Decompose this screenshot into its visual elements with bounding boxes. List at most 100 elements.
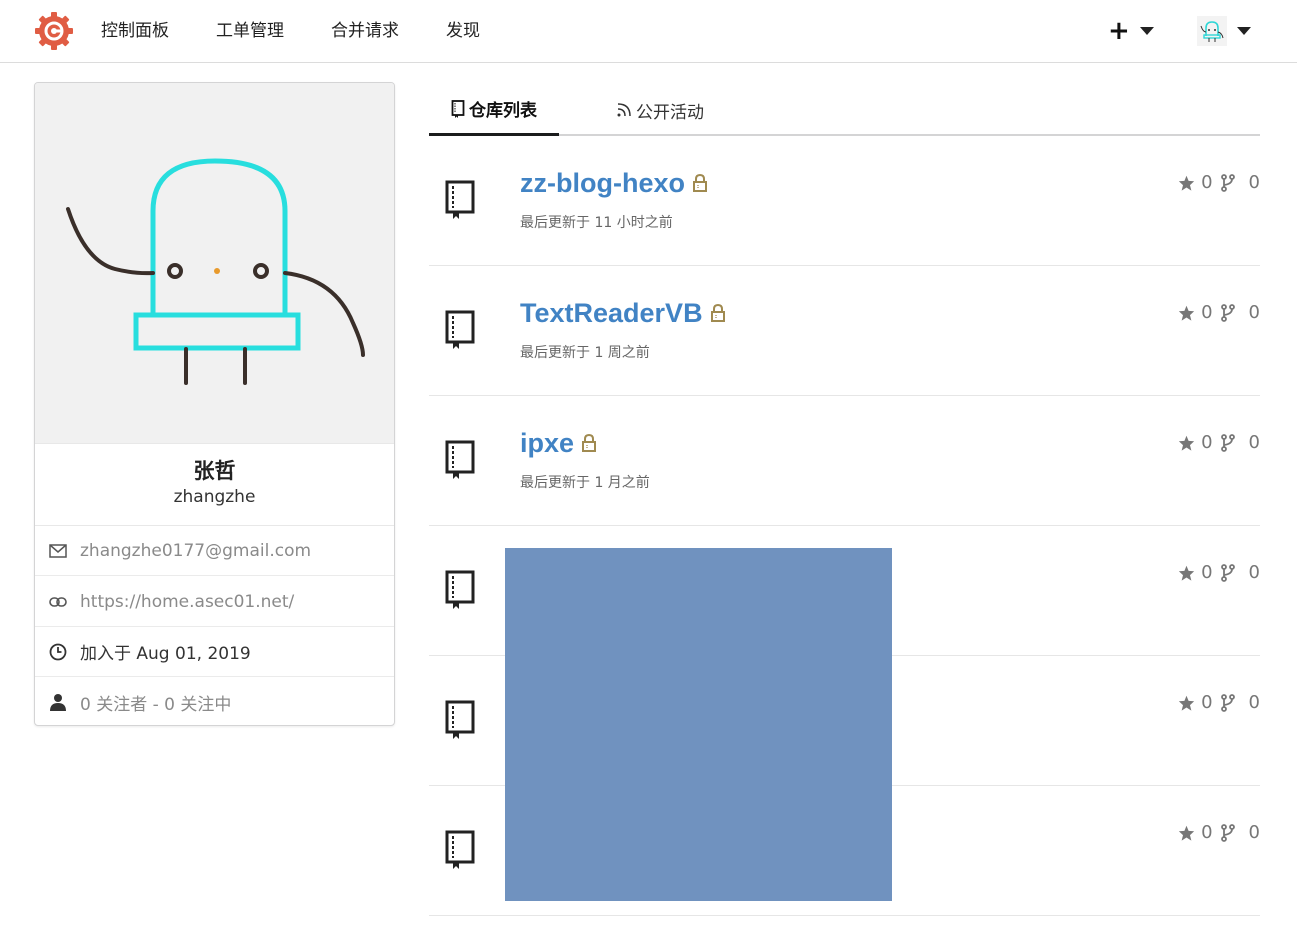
book-icon	[445, 440, 475, 479]
fork-icon	[1220, 823, 1235, 842]
repo-forks[interactable]: 0	[1220, 562, 1260, 583]
repo-stats: 0 0	[1178, 692, 1260, 713]
repo-stats: 0 0	[1178, 172, 1260, 193]
repo-updated-time: 最后更新于 1 月之前	[520, 475, 650, 491]
book-icon	[445, 570, 475, 609]
star-icon	[1178, 305, 1195, 321]
profile-card: 张哲 zhangzhe zhangzhe0177@gmail.com https…	[34, 82, 395, 726]
repo-stats: 0 0	[1178, 432, 1260, 453]
avatar	[35, 83, 394, 443]
repo-stars[interactable]: 0	[1178, 822, 1213, 843]
repo-stars[interactable]: 0	[1178, 432, 1213, 453]
plus-icon: +	[1108, 16, 1130, 46]
repo-fork-count: 0	[1248, 692, 1260, 713]
book-icon	[445, 830, 475, 869]
repo-stats: 0 0	[1178, 302, 1260, 323]
fork-icon	[1220, 433, 1235, 452]
repo-item: TextReaderVB 最后更新于 1 周之前 0 0	[429, 266, 1260, 396]
caret-down-icon	[1237, 27, 1251, 35]
nav-explore[interactable]: 发现	[446, 19, 480, 43]
profile-full-name: 张哲	[193, 459, 236, 483]
repo-item: zz-blog-hexo 最后更新于 11 小时之前 0 0	[429, 136, 1260, 266]
repo-star-count: 0	[1201, 302, 1213, 323]
profile-username: zhangzhe	[173, 487, 256, 507]
profile-website-row: https://home.asec01.net/	[35, 577, 394, 627]
repo-updated-time: 最后更新于 1 周之前	[520, 345, 650, 361]
robot-avatar-icon	[35, 83, 394, 443]
star-icon	[1178, 825, 1195, 841]
repo-forks[interactable]: 0	[1220, 822, 1260, 843]
profile-joined-date: 加入于 Aug 01, 2019	[80, 644, 251, 664]
repo-fork-count: 0	[1248, 302, 1260, 323]
link-icon	[49, 593, 67, 611]
repo-star-count: 0	[1201, 172, 1213, 193]
fork-icon	[1220, 303, 1235, 322]
top-navbar: 控制面板 工单管理 合并请求 发现 +	[0, 0, 1297, 63]
nav-issues[interactable]: 工单管理	[216, 19, 284, 43]
lock-icon	[710, 303, 725, 322]
repo-forks[interactable]: 0	[1220, 432, 1260, 453]
profile-follow-link[interactable]: 0 关注者 - 0 关注中	[80, 690, 231, 715]
repo-stars[interactable]: 0	[1178, 302, 1213, 323]
repo-forks[interactable]: 0	[1220, 692, 1260, 713]
repo-name[interactable]: TextReaderVB	[520, 298, 703, 328]
star-icon	[1178, 435, 1195, 451]
profile-tabs: 仓库列表 公开活动	[429, 84, 1260, 136]
repo-fork-count: 0	[1248, 562, 1260, 583]
repo-name[interactable]: zz-blog-hexo	[520, 168, 685, 198]
tab-public-activity[interactable]: 公开活动	[616, 84, 704, 136]
book-icon	[451, 99, 465, 118]
repo-updated-time: 最后更新于 11 小时之前	[520, 215, 673, 231]
repo-forks[interactable]: 0	[1220, 172, 1260, 193]
clock-icon	[49, 643, 67, 661]
profile-follow-row: 0 关注者 - 0 关注中	[35, 677, 394, 725]
tab-repositories[interactable]: 仓库列表	[429, 84, 559, 136]
repo-stars[interactable]: 0	[1178, 562, 1213, 583]
fork-icon	[1220, 173, 1235, 192]
lock-icon	[582, 433, 597, 452]
rss-icon	[616, 102, 632, 118]
profile-website-link[interactable]: https://home.asec01.net/	[80, 592, 294, 612]
repo-item: ipxe 最后更新于 1 月之前 0 0	[429, 396, 1260, 526]
repo-fork-count: 0	[1248, 432, 1260, 453]
repo-stats: 0 0	[1178, 562, 1260, 583]
fork-icon	[1220, 563, 1235, 582]
repo-stars[interactable]: 0	[1178, 172, 1213, 193]
repo-name-link[interactable]: zz-blog-hexo	[520, 166, 707, 200]
user-icon	[49, 693, 67, 711]
star-icon	[1178, 565, 1195, 581]
repo-stars[interactable]: 0	[1178, 692, 1213, 713]
mail-icon	[49, 542, 67, 560]
tab-public-activity-label: 公开活动	[636, 102, 704, 123]
profile-email-row: zhangzhe0177@gmail.com	[35, 526, 394, 576]
book-icon	[445, 310, 475, 349]
user-menu-dropdown[interactable]	[1197, 16, 1251, 46]
star-icon	[1178, 695, 1195, 711]
repo-fork-count: 0	[1248, 172, 1260, 193]
repo-star-count: 0	[1201, 822, 1213, 843]
fork-icon	[1220, 693, 1235, 712]
lock-icon	[692, 173, 707, 192]
profile-name-block: 张哲 zhangzhe	[35, 443, 394, 526]
repo-star-count: 0	[1201, 692, 1213, 713]
book-icon	[445, 180, 475, 219]
create-new-dropdown[interactable]: +	[1108, 16, 1154, 46]
profile-email-link[interactable]: zhangzhe0177@gmail.com	[80, 541, 311, 561]
nav-pull-requests[interactable]: 合并请求	[331, 19, 399, 43]
robot-avatar-icon	[1197, 16, 1227, 46]
caret-down-icon	[1139, 27, 1154, 35]
tab-repositories-label: 仓库列表	[469, 101, 537, 121]
repo-star-count: 0	[1201, 562, 1213, 583]
repo-name-link[interactable]: TextReaderVB	[520, 296, 725, 330]
repo-fork-count: 0	[1248, 822, 1260, 843]
repo-stats: 0 0	[1178, 822, 1260, 843]
redaction-block	[505, 548, 892, 901]
nav-dashboard[interactable]: 控制面板	[101, 19, 169, 43]
star-icon	[1178, 175, 1195, 191]
repo-name-link[interactable]: ipxe	[520, 426, 597, 460]
repo-forks[interactable]: 0	[1220, 302, 1260, 323]
gitea-logo-icon[interactable]	[34, 11, 74, 51]
book-icon	[445, 700, 475, 739]
repo-name[interactable]: ipxe	[520, 428, 574, 458]
repo-star-count: 0	[1201, 432, 1213, 453]
